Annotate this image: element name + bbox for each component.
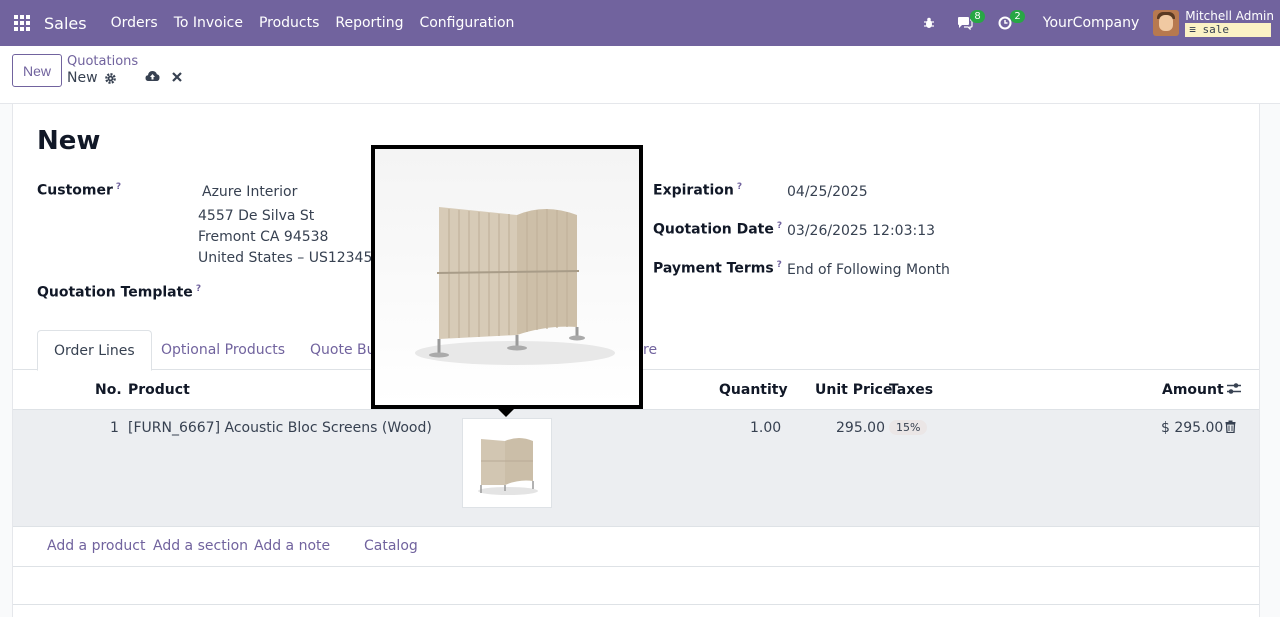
product-thumbnail[interactable] [462,418,552,508]
bug-icon [923,17,934,28]
activities-button[interactable]: 2 [985,0,1025,46]
record-name: New [67,70,98,86]
row-amount: $ 295.00 [1161,420,1224,436]
customer-field[interactable]: Azure Interior [202,184,297,200]
column-quantity[interactable]: Quantity [719,382,788,398]
row-quantity[interactable]: 1.00 [750,420,781,436]
tab-optional-products[interactable]: Optional Products [145,330,301,370]
payment-terms-field[interactable]: End of Following Month [787,262,950,278]
control-panel: New Quotations New [0,46,1280,104]
quotation-template-label: Quotation Template? [37,284,202,301]
column-unit-price[interactable]: Unit Price [815,382,892,398]
record-name-block: New [67,70,117,86]
save-button[interactable] [145,70,160,86]
menu-item-products[interactable]: Products [251,15,327,31]
column-product[interactable]: Product [128,382,190,398]
close-icon [172,72,182,82]
column-taxes[interactable]: Taxes [889,382,933,398]
messages-count-badge: 8 [970,10,985,23]
table-row[interactable]: 1 [FURN_6667] Acoustic Bloc Screens (Woo… [13,410,1259,527]
add-section-link[interactable]: Add a section [153,538,248,554]
tax-badge[interactable]: 15% [889,420,928,435]
activities-count-badge: 2 [1010,10,1025,23]
menu-item-configuration[interactable]: Configuration [411,15,522,31]
add-line-actions: Add a product Add a section Add a note C… [13,527,1259,567]
menu-item-to-invoice[interactable]: To Invoice [166,15,251,31]
catalog-link[interactable]: Catalog [364,538,418,554]
column-settings-icon [1227,383,1241,394]
avatar[interactable] [1153,10,1180,36]
apps-menu-button[interactable] [0,0,44,46]
top-navbar: Sales Orders To Invoice Products Reporti… [0,0,1280,46]
expiration-label: Expiration? [653,182,743,199]
tab-order-lines[interactable]: Order Lines [37,330,152,371]
customer-label: Customer? [37,182,122,199]
product-image-preview [375,149,639,405]
payment-terms-label: Payment Terms? [653,260,782,277]
divider [13,604,1259,605]
user-menu[interactable]: Mitchell Admin ≡ sale [1185,9,1274,37]
menu-item-orders[interactable]: Orders [103,15,166,31]
column-settings-button[interactable] [1226,382,1242,399]
menu-item-reporting[interactable]: Reporting [327,15,411,31]
main-menu: Orders To Invoice Products Reporting Con… [103,15,523,31]
row-unit-price[interactable]: 295.00 [836,420,885,436]
address-line-2: Fremont CA 94538 [198,229,329,245]
company-switcher[interactable]: YourCompany [1043,15,1140,31]
systray: 8 2 YourCompany Mitchell Admin ≡ sale [913,0,1280,46]
address-line-1: 4557 De Silva St [198,208,315,224]
delete-line-button[interactable] [1225,420,1236,437]
popover-arrow [498,409,514,417]
database-tag: ≡ sale [1185,23,1272,37]
messages-button[interactable]: 8 [945,0,985,46]
gear-icon[interactable] [104,72,117,85]
address-line-3: United States – US12345677 [198,250,400,266]
row-number: 1 [110,420,119,436]
page-title: New [37,126,101,156]
apps-grid-icon [14,15,30,31]
add-note-link[interactable]: Add a note [254,538,330,554]
debug-button[interactable] [913,0,945,46]
expiration-field[interactable]: 04/25/2025 [787,184,868,200]
quotation-date-label: Quotation Date? [653,221,783,238]
quotation-date-field[interactable]: 03/26/2025 12:03:13 [787,223,935,239]
add-product-link[interactable]: Add a product [47,538,145,554]
discard-button[interactable] [172,70,182,86]
column-amount[interactable]: Amount [1162,382,1224,398]
row-product[interactable]: [FURN_6667] Acoustic Bloc Screens (Wood) [128,420,432,436]
column-no[interactable]: No. [95,382,122,398]
user-name: Mitchell Admin [1185,9,1274,23]
trash-icon [1225,420,1236,434]
new-button[interactable]: New [12,54,63,87]
cloud-upload-icon [145,71,160,81]
product-image-popover [371,145,643,409]
app-name[interactable]: Sales [44,14,87,33]
breadcrumb[interactable]: Quotations [67,54,138,69]
